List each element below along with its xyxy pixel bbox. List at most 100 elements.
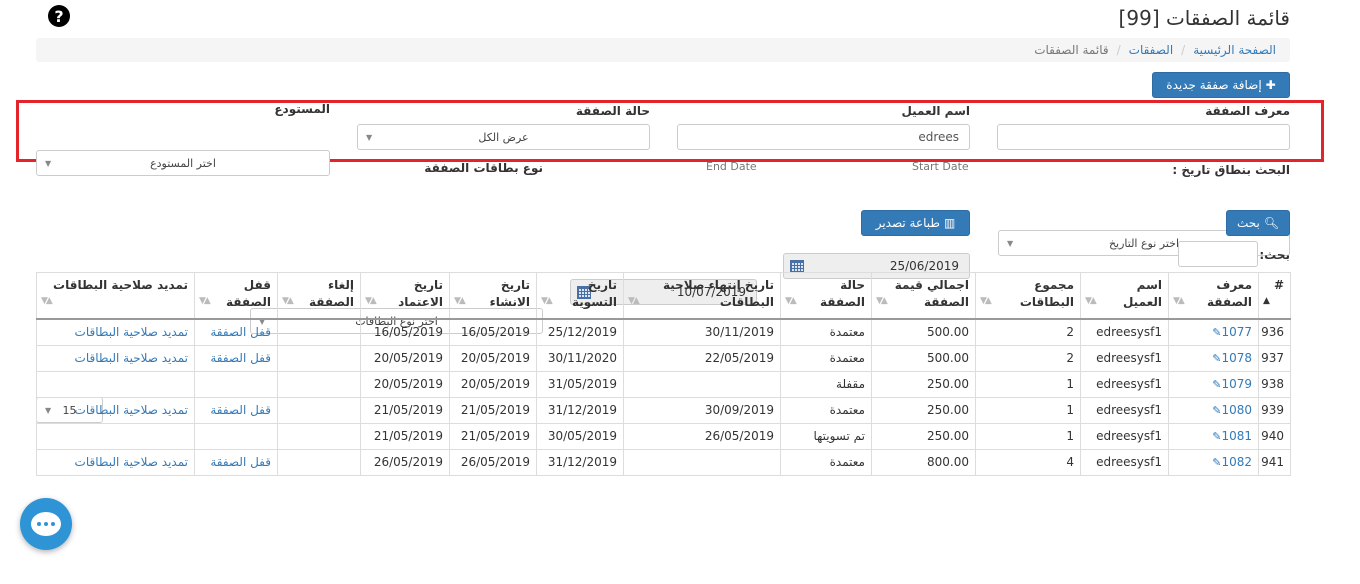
cell-text: 941 xyxy=(1261,454,1284,469)
sort-icon: ▲▼ xyxy=(628,295,640,306)
col-header-cards-expiry[interactable]: تاريخ إنتهاء صلاحية البطاقات ▲▼ xyxy=(623,272,781,319)
breadcrumb-deals[interactable]: الصفقات xyxy=(1129,43,1174,57)
cell-text: 30/11/2019 xyxy=(704,324,774,339)
cell-text: 31/12/2019 xyxy=(547,454,617,469)
table-cell: 941 xyxy=(1258,448,1291,476)
col-header-client-name[interactable]: اسم العميل ▲▼ xyxy=(1080,272,1169,319)
cell-text: 30/05/2019 xyxy=(547,428,617,443)
table-cell: 21/05/2019 xyxy=(449,422,537,450)
col-header-deal-status[interactable]: حالة الصفقة ▲▼ xyxy=(780,272,872,319)
print-export-button[interactable]: ▥ طباعة تصدير xyxy=(861,210,970,236)
chat-widget-button[interactable] xyxy=(20,498,72,550)
table-cell: 21/05/2019 xyxy=(449,396,537,424)
table-cell: تمديد صلاحية البطاقات xyxy=(36,448,195,476)
lock-deal-link[interactable]: قفل الصفقة xyxy=(210,325,271,339)
cell-text: 26/05/2019 xyxy=(460,454,530,469)
cell-text: معتمدة xyxy=(829,402,865,417)
col-header-extend-cards[interactable]: تمديد صلاحية البطاقات ▲▼ xyxy=(36,272,195,319)
table-row: 938 1079✎ edreesysf1 1 250.00 مقفلة 31/05/2019… xyxy=(36,370,1291,398)
cell-text: 2 xyxy=(1066,350,1074,365)
sort-asc-icon: ▲ xyxy=(1263,295,1270,306)
col-header-settlement-date[interactable]: تاريخ التسوية ▲▼ xyxy=(536,272,624,319)
col-header-lock-deal[interactable]: قفل الصفقة ▲▼ xyxy=(194,272,278,319)
table-row: 939 1080✎ edreesysf1 1 250.00 معتمدة 30/09/201… xyxy=(36,396,1291,424)
table-cell: معتمدة xyxy=(780,396,872,424)
table-cell xyxy=(277,318,361,346)
deal-status-select[interactable]: عرض الكل ▼ xyxy=(357,124,650,150)
sort-icon: ▲▼ xyxy=(1085,295,1097,306)
cell-text: 21/05/2019 xyxy=(460,402,530,417)
cell-text: 939 xyxy=(1261,402,1284,417)
col-header-created-date[interactable]: تاريخ الانشاء ▲▼ xyxy=(449,272,537,319)
table-cell: قفل الصفقة xyxy=(194,448,278,476)
cell-text: 26/05/2019 xyxy=(704,428,774,443)
date-range-label: البحث بنطاق تاريخ : xyxy=(1172,163,1290,177)
extend-cards-link[interactable]: تمديد صلاحية البطاقات xyxy=(75,455,188,469)
table-cell: 938 xyxy=(1258,370,1291,398)
extend-cards-link[interactable]: تمديد صلاحية البطاقات xyxy=(75,403,188,417)
sort-icon: ▲▼ xyxy=(1173,295,1185,306)
deal-id-link[interactable]: 1077✎ xyxy=(1212,325,1252,339)
cell-text: 936 xyxy=(1261,324,1284,339)
table-cell xyxy=(623,448,781,476)
deal-id-link[interactable]: 1079✎ xyxy=(1212,377,1252,391)
extend-cards-link[interactable]: تمديد صلاحية البطاقات xyxy=(75,351,188,365)
add-deal-button[interactable]: ✚ إضافة صفقة جديدة xyxy=(1152,72,1290,98)
table-cell xyxy=(194,370,278,398)
cell-text: 21/05/2019 xyxy=(373,402,443,417)
sort-icon: ▲▼ xyxy=(41,295,53,306)
col-header-cards-total[interactable]: مجموع البطاقات ▲▼ xyxy=(975,272,1081,319)
table-cell: 939 xyxy=(1258,396,1291,424)
table-cell: 2 xyxy=(975,344,1081,372)
table-cell: تمديد صلاحية البطاقات xyxy=(36,318,195,346)
col-header-deal-value[interactable]: اجمالي قيمة الصفقة ▲▼ xyxy=(871,272,976,319)
deal-id-link[interactable]: 1078✎ xyxy=(1212,351,1252,365)
search-icon: 🔍︎ xyxy=(1263,216,1280,230)
table-cell: edreesysf1 xyxy=(1080,422,1169,450)
warehouse-value: اختر المستودع xyxy=(150,156,216,170)
lock-deal-link[interactable]: قفل الصفقة xyxy=(210,403,271,417)
lock-deal-link[interactable]: قفل الصفقة xyxy=(210,455,271,469)
col-header-cancel-deal[interactable]: إلغاء الصفقة ▲▼ xyxy=(277,272,361,319)
chevron-down-icon: ▼ xyxy=(1007,239,1014,248)
lock-deal-link[interactable]: قفل الصفقة xyxy=(210,351,271,365)
table-cell: 1078✎ xyxy=(1168,344,1259,372)
table-cell: 20/05/2019 xyxy=(360,344,450,372)
client-name-input[interactable]: edrees xyxy=(677,124,970,150)
col-header-index[interactable]: # ▲ xyxy=(1258,272,1291,319)
cell-text: 4 xyxy=(1066,454,1074,469)
search-button[interactable]: 🔍︎ بحث xyxy=(1226,210,1290,236)
cell-text: 250.00 xyxy=(927,428,969,443)
breadcrumb-home[interactable]: الصفحة الرئيسية xyxy=(1193,43,1276,57)
start-date-label: Start Date xyxy=(912,160,969,173)
table-cell: edreesysf1 xyxy=(1080,396,1169,424)
sort-icon: ▲▼ xyxy=(541,295,553,306)
table-cell: 500.00 xyxy=(871,344,976,372)
table-cell: 800.00 xyxy=(871,448,976,476)
deal-id-link[interactable]: 1082✎ xyxy=(1212,455,1252,469)
cell-text: 800.00 xyxy=(927,454,969,469)
cell-text: معتمدة xyxy=(829,324,865,339)
deal-id-link[interactable]: 1080✎ xyxy=(1212,403,1252,417)
warehouse-select[interactable]: اختر المستودع ▼ xyxy=(36,150,330,176)
extend-cards-link[interactable]: تمديد صلاحية البطاقات xyxy=(75,325,188,339)
col-header-approval-date[interactable]: تاريخ الاعتماد ▲▼ xyxy=(360,272,450,319)
help-icon[interactable]: ? xyxy=(48,5,70,27)
table-cell: قفل الصفقة xyxy=(194,318,278,346)
table-cell: 4 xyxy=(975,448,1081,476)
cell-text: edreesysf1 xyxy=(1096,324,1162,339)
table-row: 936 1077✎ edreesysf1 2 500.00 معتمدة 30/11/201… xyxy=(36,318,1291,346)
table-search-input[interactable] xyxy=(1178,241,1258,267)
table-cell: 16/05/2019 xyxy=(360,318,450,346)
table-cell: 1080✎ xyxy=(1168,396,1259,424)
table-cell: 1081✎ xyxy=(1168,422,1259,450)
table-cell: معتمدة xyxy=(780,318,872,346)
cell-text: edreesysf1 xyxy=(1096,350,1162,365)
table-cell: 500.00 xyxy=(871,318,976,346)
cell-text: 30/09/2019 xyxy=(704,402,774,417)
col-header-deal-id[interactable]: معرف الصفقة ▲▼ xyxy=(1168,272,1259,319)
deal-id-input[interactable] xyxy=(997,124,1290,150)
cell-text: معتمدة xyxy=(829,454,865,469)
deal-id-link[interactable]: 1081✎ xyxy=(1212,429,1252,443)
page-title: قائمة الصفقات [99] xyxy=(1118,6,1290,30)
